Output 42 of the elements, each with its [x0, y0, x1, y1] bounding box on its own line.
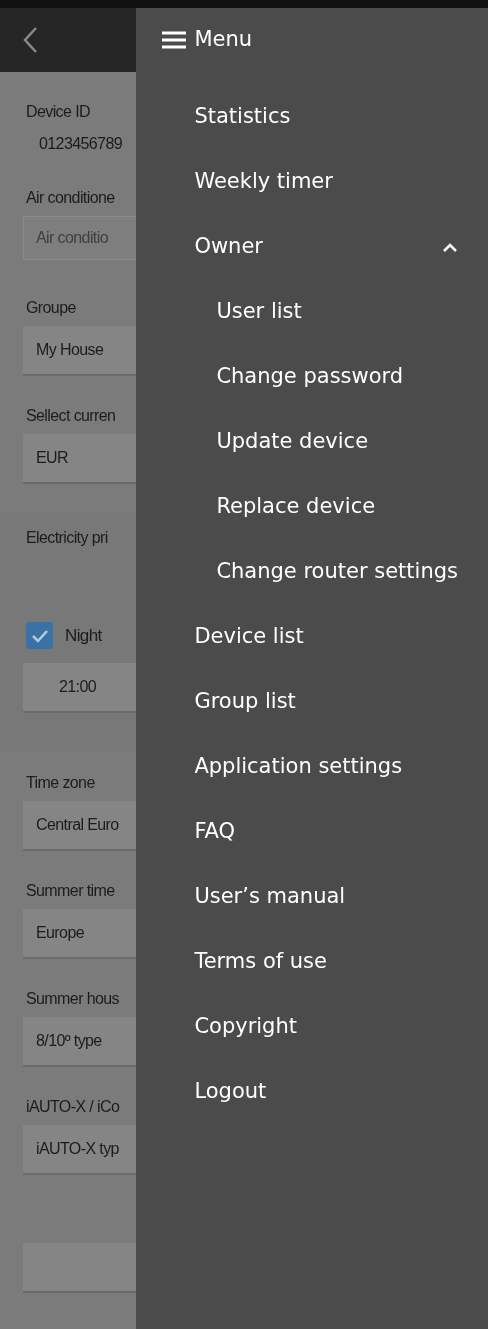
field-label: iAUTO-X / iCo	[25, 1097, 121, 1117]
field-label: Device ID	[26, 102, 91, 122]
field-label: Sellect curren	[25, 406, 117, 426]
submenu-item[interactable]: Change router settings	[136, 539, 488, 604]
back-icon[interactable]	[22, 26, 38, 54]
submenu-item[interactable]: Change password	[136, 344, 488, 409]
menu-item[interactable]: Copyright	[136, 994, 488, 1059]
select-field[interactable]: My House	[23, 326, 137, 374]
menu-title: Menu	[194, 26, 253, 54]
field-label: Summer time	[25, 881, 116, 901]
submenu-item[interactable]: Replace device	[136, 474, 488, 539]
checkmark-icon	[30, 628, 49, 643]
menu-item[interactable]: Group list	[136, 669, 488, 734]
device-id-value: 0123456789	[38, 134, 123, 154]
menu-item[interactable]: Statistics	[136, 84, 488, 149]
select-field[interactable]: EUR	[23, 434, 137, 482]
checkbox[interactable]	[26, 622, 53, 649]
field-label: Electricity pri	[25, 528, 109, 548]
menu-item[interactable]: User’s manual	[136, 864, 488, 929]
field-label: Time zone	[25, 773, 96, 793]
select-field[interactable]: 8/10º type	[23, 1017, 137, 1065]
submenu-item[interactable]: User list	[136, 279, 488, 344]
menu-item[interactable]: Logout	[136, 1059, 488, 1124]
select-field[interactable]: Central Euro	[23, 801, 137, 849]
empty-field[interactable]	[23, 1243, 137, 1291]
submenu-item[interactable]: Update device	[136, 409, 488, 474]
input-field[interactable]: Air conditio	[23, 216, 137, 260]
menu-item[interactable]: Device list	[136, 604, 488, 669]
field-label: Summer hous	[25, 989, 120, 1009]
field-label: Groupe	[25, 298, 77, 318]
time-select[interactable]: 21:00	[23, 663, 137, 711]
menu-item[interactable]: Terms of use	[136, 929, 488, 994]
chevron-icon	[442, 241, 458, 252]
menu-item[interactable]: Owner	[136, 214, 488, 279]
field-label: Air conditione	[25, 188, 116, 208]
menu-item[interactable]: Weekly timer	[136, 149, 488, 214]
checkbox-label: Night	[65, 624, 102, 647]
select-field[interactable]: Europe	[23, 909, 137, 957]
select-field[interactable]: iAUTO-X typ	[23, 1125, 137, 1173]
menu-item[interactable]: Application settings	[136, 734, 488, 799]
menu-icon[interactable]	[162, 31, 187, 49]
menu-item[interactable]: FAQ	[136, 799, 488, 864]
